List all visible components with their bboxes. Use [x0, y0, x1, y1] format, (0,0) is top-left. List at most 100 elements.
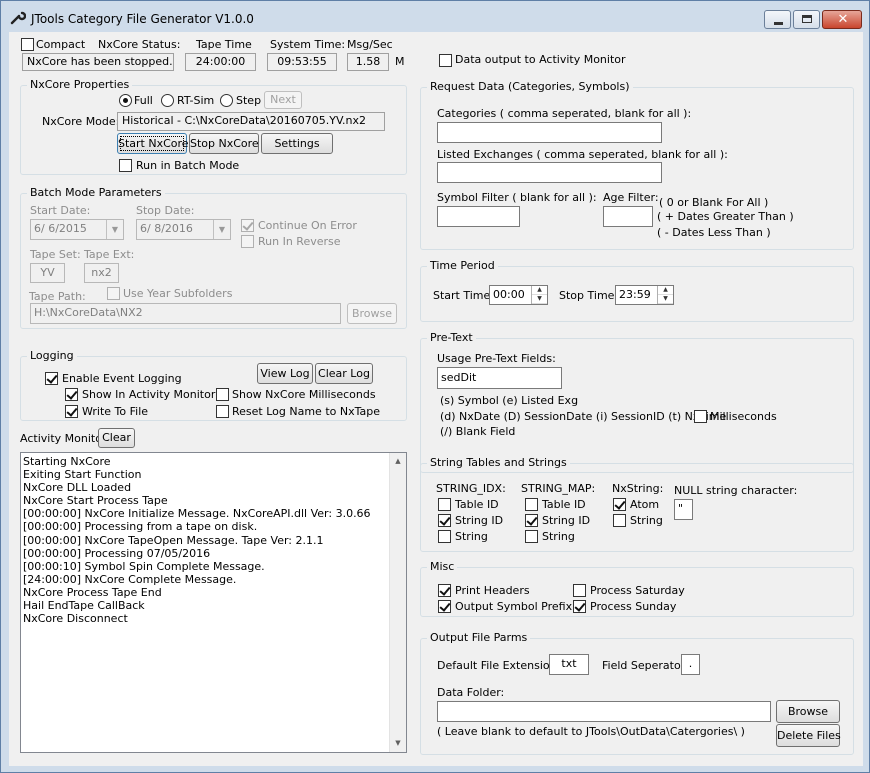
- scroll-down-icon[interactable]: ▼: [390, 735, 406, 752]
- tape-path-label: Tape Path:: [29, 290, 86, 303]
- string-tables-group: String Tables and Strings STRING_IDX: Ta…: [420, 463, 854, 552]
- listed-exchanges-label: Listed Exchanges ( comma seperated, blan…: [437, 148, 728, 161]
- continue-on-error-checkbox[interactable]: [241, 219, 254, 232]
- activity-log-line: Starting NxCore: [23, 455, 371, 468]
- nxstring-atom-checkbox[interactable]: [613, 498, 626, 511]
- system-time-label: System Time:: [270, 38, 345, 51]
- close-button[interactable]: ✕: [822, 10, 862, 29]
- nxstring-label: NxString:: [612, 482, 663, 495]
- nxstring-string-checkbox[interactable]: [613, 514, 626, 527]
- activity-monitor-scrollbar[interactable]: ▲ ▼: [389, 453, 406, 752]
- activity-monitor-clear-button[interactable]: Clear: [98, 428, 135, 448]
- show-in-activity-monitor-checkbox[interactable]: [65, 388, 78, 401]
- print-headers-checkbox[interactable]: [438, 584, 451, 597]
- string-idx-table-id-checkbox[interactable]: [438, 498, 451, 511]
- time-period-group: Time Period Start Time: 00:00 ▲▼ Stop Ti…: [420, 266, 854, 322]
- string-map-table-id-checkbox[interactable]: [525, 498, 538, 511]
- start-time-label: Start Time:: [433, 289, 494, 302]
- process-saturday-label: Process Saturday: [590, 584, 685, 597]
- maximize-button[interactable]: [793, 10, 820, 29]
- system-time-value: 09:53:55: [267, 53, 337, 71]
- data-output-label: Data output to Activity Monitor: [455, 53, 626, 66]
- data-folder-input[interactable]: [437, 701, 771, 722]
- clear-log-button[interactable]: Clear Log: [315, 363, 373, 384]
- stop-date-picker[interactable]: 6/ 8/2016 ▼: [136, 219, 231, 240]
- view-log-button[interactable]: View Log: [257, 363, 313, 384]
- reset-log-name-label: Reset Log Name to NxTape: [232, 405, 380, 418]
- chevron-down-icon: ▼: [106, 220, 123, 239]
- chevron-down-icon[interactable]: ▼: [658, 295, 673, 304]
- batch-mode-group: Batch Mode Parameters Start Date: 6/ 6/2…: [20, 193, 407, 329]
- string-map-string-id-checkbox[interactable]: [525, 514, 538, 527]
- mode-step-radio[interactable]: [220, 94, 233, 107]
- batch-mode-checkbox[interactable]: [119, 159, 132, 172]
- pre-text-input[interactable]: sedDit: [437, 367, 562, 389]
- tape-path-browse-button[interactable]: Browse: [347, 303, 397, 324]
- activity-log-line: Hail EndTape CallBack: [23, 599, 371, 612]
- show-nxcore-ms-label: Show NxCore Milliseconds: [232, 388, 376, 401]
- stop-time-input[interactable]: 23:59 ▲▼: [615, 285, 674, 305]
- age-hint-2: ( + Dates Greater Than ): [657, 210, 794, 223]
- tape-path-input[interactable]: H:\NxCoreData\NX2: [30, 303, 341, 324]
- milliseconds-checkbox[interactable]: [694, 410, 707, 423]
- field-sep-label: Field Seperator:: [602, 659, 689, 672]
- field-sep-input[interactable]: .: [681, 654, 700, 675]
- use-year-subfolders-checkbox[interactable]: [107, 287, 120, 300]
- settings-button[interactable]: Settings: [261, 133, 333, 154]
- categories-input[interactable]: [437, 122, 662, 143]
- start-date-picker[interactable]: 6/ 6/2015 ▼: [30, 219, 124, 240]
- run-in-reverse-checkbox[interactable]: [241, 235, 254, 248]
- tape-ext-input[interactable]: nx2: [84, 263, 119, 283]
- data-folder-hint: ( Leave blank to default to JTools\OutDa…: [437, 725, 745, 738]
- age-filter-input[interactable]: [603, 206, 653, 227]
- start-nxcore-button[interactable]: Start NxCore: [117, 133, 187, 154]
- start-time-spinner[interactable]: ▲▼: [531, 286, 547, 304]
- default-ext-label: Default File Extension:: [437, 659, 560, 672]
- data-output-checkbox[interactable]: [439, 54, 452, 67]
- mode-rtsim-radio[interactable]: [161, 94, 174, 107]
- stop-nxcore-button[interactable]: Stop NxCore: [189, 133, 259, 154]
- chevron-up-icon[interactable]: ▲: [532, 286, 547, 295]
- start-time-input[interactable]: 00:00 ▲▼: [489, 285, 548, 305]
- delete-files-button[interactable]: Delete Files: [776, 724, 840, 747]
- stop-time-spinner[interactable]: ▲▼: [657, 286, 673, 304]
- tape-set-input[interactable]: YV: [30, 263, 65, 283]
- compact-checkbox[interactable]: [21, 38, 34, 51]
- data-folder-browse-button[interactable]: Browse: [776, 700, 840, 723]
- activity-monitor-log[interactable]: Starting NxCoreExiting Start FunctionNxC…: [20, 452, 407, 753]
- stop-time-value: 23:59: [619, 288, 651, 301]
- enable-event-logging-checkbox[interactable]: [45, 372, 58, 385]
- show-nxcore-ms-checkbox[interactable]: [216, 388, 229, 401]
- symbol-filter-input[interactable]: [437, 206, 520, 227]
- write-to-file-checkbox[interactable]: [65, 405, 78, 418]
- chevron-up-icon[interactable]: ▲: [658, 286, 673, 295]
- scroll-up-icon[interactable]: ▲: [390, 453, 406, 470]
- pre-text-help-3: (/) Blank Field: [440, 425, 515, 438]
- null-char-input[interactable]: ": [674, 499, 693, 520]
- listed-exchanges-input[interactable]: [437, 162, 662, 183]
- output-symbol-prefix-checkbox[interactable]: [438, 600, 451, 613]
- data-folder-label: Data Folder:: [437, 686, 504, 699]
- pre-text-usage-label: Usage Pre-Text Fields:: [437, 352, 556, 365]
- enable-event-logging-label: Enable Event Logging: [62, 372, 182, 385]
- activity-log-line: NxCore Start Process Tape: [23, 494, 371, 507]
- default-ext-input[interactable]: txt: [549, 654, 589, 675]
- string-idx-string-id-checkbox[interactable]: [438, 514, 451, 527]
- string-map-label: STRING_MAP:: [521, 482, 595, 495]
- title-bar[interactable]: JTools Category File Generator V1.0.0 ✕: [1, 1, 869, 31]
- string-idx-table-id-label: Table ID: [455, 498, 499, 511]
- activity-log-line: NxCore DLL Loaded: [23, 481, 371, 494]
- mode-full-radio[interactable]: [119, 94, 132, 107]
- process-saturday-checkbox[interactable]: [573, 584, 586, 597]
- chevron-down-icon[interactable]: ▼: [532, 295, 547, 304]
- string-idx-string-checkbox[interactable]: [438, 530, 451, 543]
- show-in-activity-monitor-label: Show In Activity Monitor: [82, 388, 215, 401]
- symbol-filter-label: Symbol Filter ( blank for all ):: [437, 191, 597, 204]
- reset-log-name-checkbox[interactable]: [216, 405, 229, 418]
- string-map-string-checkbox[interactable]: [525, 530, 538, 543]
- process-sunday-checkbox[interactable]: [573, 600, 586, 613]
- output-file-title: Output File Parms: [427, 631, 530, 644]
- minimize-button[interactable]: [764, 10, 791, 29]
- next-button[interactable]: Next: [264, 91, 302, 109]
- tape-set-label: Tape Set:: [30, 248, 81, 261]
